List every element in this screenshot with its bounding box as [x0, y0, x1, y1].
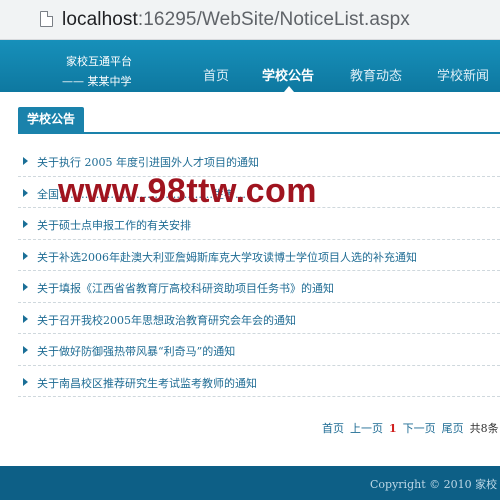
- pagination: 首页 上一页 1 下一页 尾页 共8条: [322, 420, 500, 436]
- section-title: 学校公告: [18, 107, 85, 132]
- list-item: 关于南昌校区推荐研究生考试监考教师的通知: [18, 366, 500, 397]
- notice-link[interactable]: 关于补选2006年赴澳大利亚詹姆斯库克大学攻读博士学位项目人选的补充通知: [37, 249, 417, 265]
- bullet-icon: [23, 283, 28, 291]
- list-item: 关于硕士点申报工作的有关安排: [18, 208, 500, 240]
- list-item: 关于填报《江西省省教育厅高校科研资助项目任务书》的通知: [18, 271, 500, 303]
- notice-link[interactable]: 关于填报《江西省省教育厅高校科研资助项目任务书》的通知: [37, 280, 334, 296]
- copyright-text: Copyright © 2010 家校: [370, 478, 498, 491]
- nav-school-notices[interactable]: 学校公告: [262, 65, 314, 84]
- url-path: :16295/WebSite/NoticeList.aspx: [137, 9, 410, 30]
- notice-link[interactable]: 关于南昌校区推荐研究生考试监考教师的通知: [37, 375, 257, 391]
- notice-link[interactable]: 关于做好防御强热带风暴“利奇马”的通知: [37, 343, 235, 359]
- watermark: www.98ttw.com: [58, 172, 318, 210]
- bullet-icon: [23, 220, 28, 228]
- nav-active-indicator: [284, 86, 294, 92]
- nav-school-news[interactable]: 学校新闻: [437, 65, 489, 84]
- pager-first[interactable]: 首页: [322, 422, 344, 435]
- list-item: 关于做好防御强热带风暴“利奇马”的通知: [18, 334, 500, 366]
- bullet-icon: [23, 251, 28, 260]
- bullet-icon: [23, 377, 28, 386]
- bullet-icon: [23, 157, 28, 165]
- url-field[interactable]: localhost:16295/WebSite/NoticeList.aspx: [62, 9, 410, 31]
- list-item: 关于补选2006年赴澳大利亚詹姆斯库克大学攻读博士学位项目人选的补充通知: [18, 240, 500, 271]
- bullet-icon: [23, 188, 28, 197]
- pager-current: 1: [389, 422, 397, 435]
- browser-address-bar: localhost:16295/WebSite/NoticeList.aspx: [0, 0, 500, 40]
- bullet-icon: [23, 346, 28, 354]
- list-item: 关于召开我校2005年思想政治教育研究会年会的通知: [18, 303, 500, 334]
- site-header: 家校互通平台 —— 某某中学 首页 学校公告 教育动态 学校新闻: [0, 40, 500, 92]
- nav-home[interactable]: 首页: [203, 65, 229, 84]
- url-host: localhost: [62, 9, 138, 30]
- page-icon: [40, 11, 53, 27]
- nav-education-news[interactable]: 教育动态: [350, 65, 402, 84]
- brand-school: —— 某某中学: [62, 75, 132, 88]
- bullet-icon: [23, 314, 28, 323]
- pager-prev[interactable]: 上一页: [350, 422, 383, 435]
- pager-next[interactable]: 下一页: [403, 422, 436, 435]
- pager-last[interactable]: 尾页: [442, 422, 464, 435]
- notice-link[interactable]: 关于召开我校2005年思想政治教育研究会年会的通知: [37, 312, 296, 328]
- section-divider: [18, 132, 500, 134]
- notice-link[interactable]: 关于执行 2005 年度引进国外人才项目的通知: [37, 154, 259, 170]
- pager-total: 共8条: [469, 422, 499, 435]
- brand-title: 家校互通平台: [66, 55, 132, 68]
- site-footer: Copyright © 2010 家校: [0, 466, 500, 500]
- notice-link[interactable]: 关于硕士点申报工作的有关安排: [37, 217, 191, 233]
